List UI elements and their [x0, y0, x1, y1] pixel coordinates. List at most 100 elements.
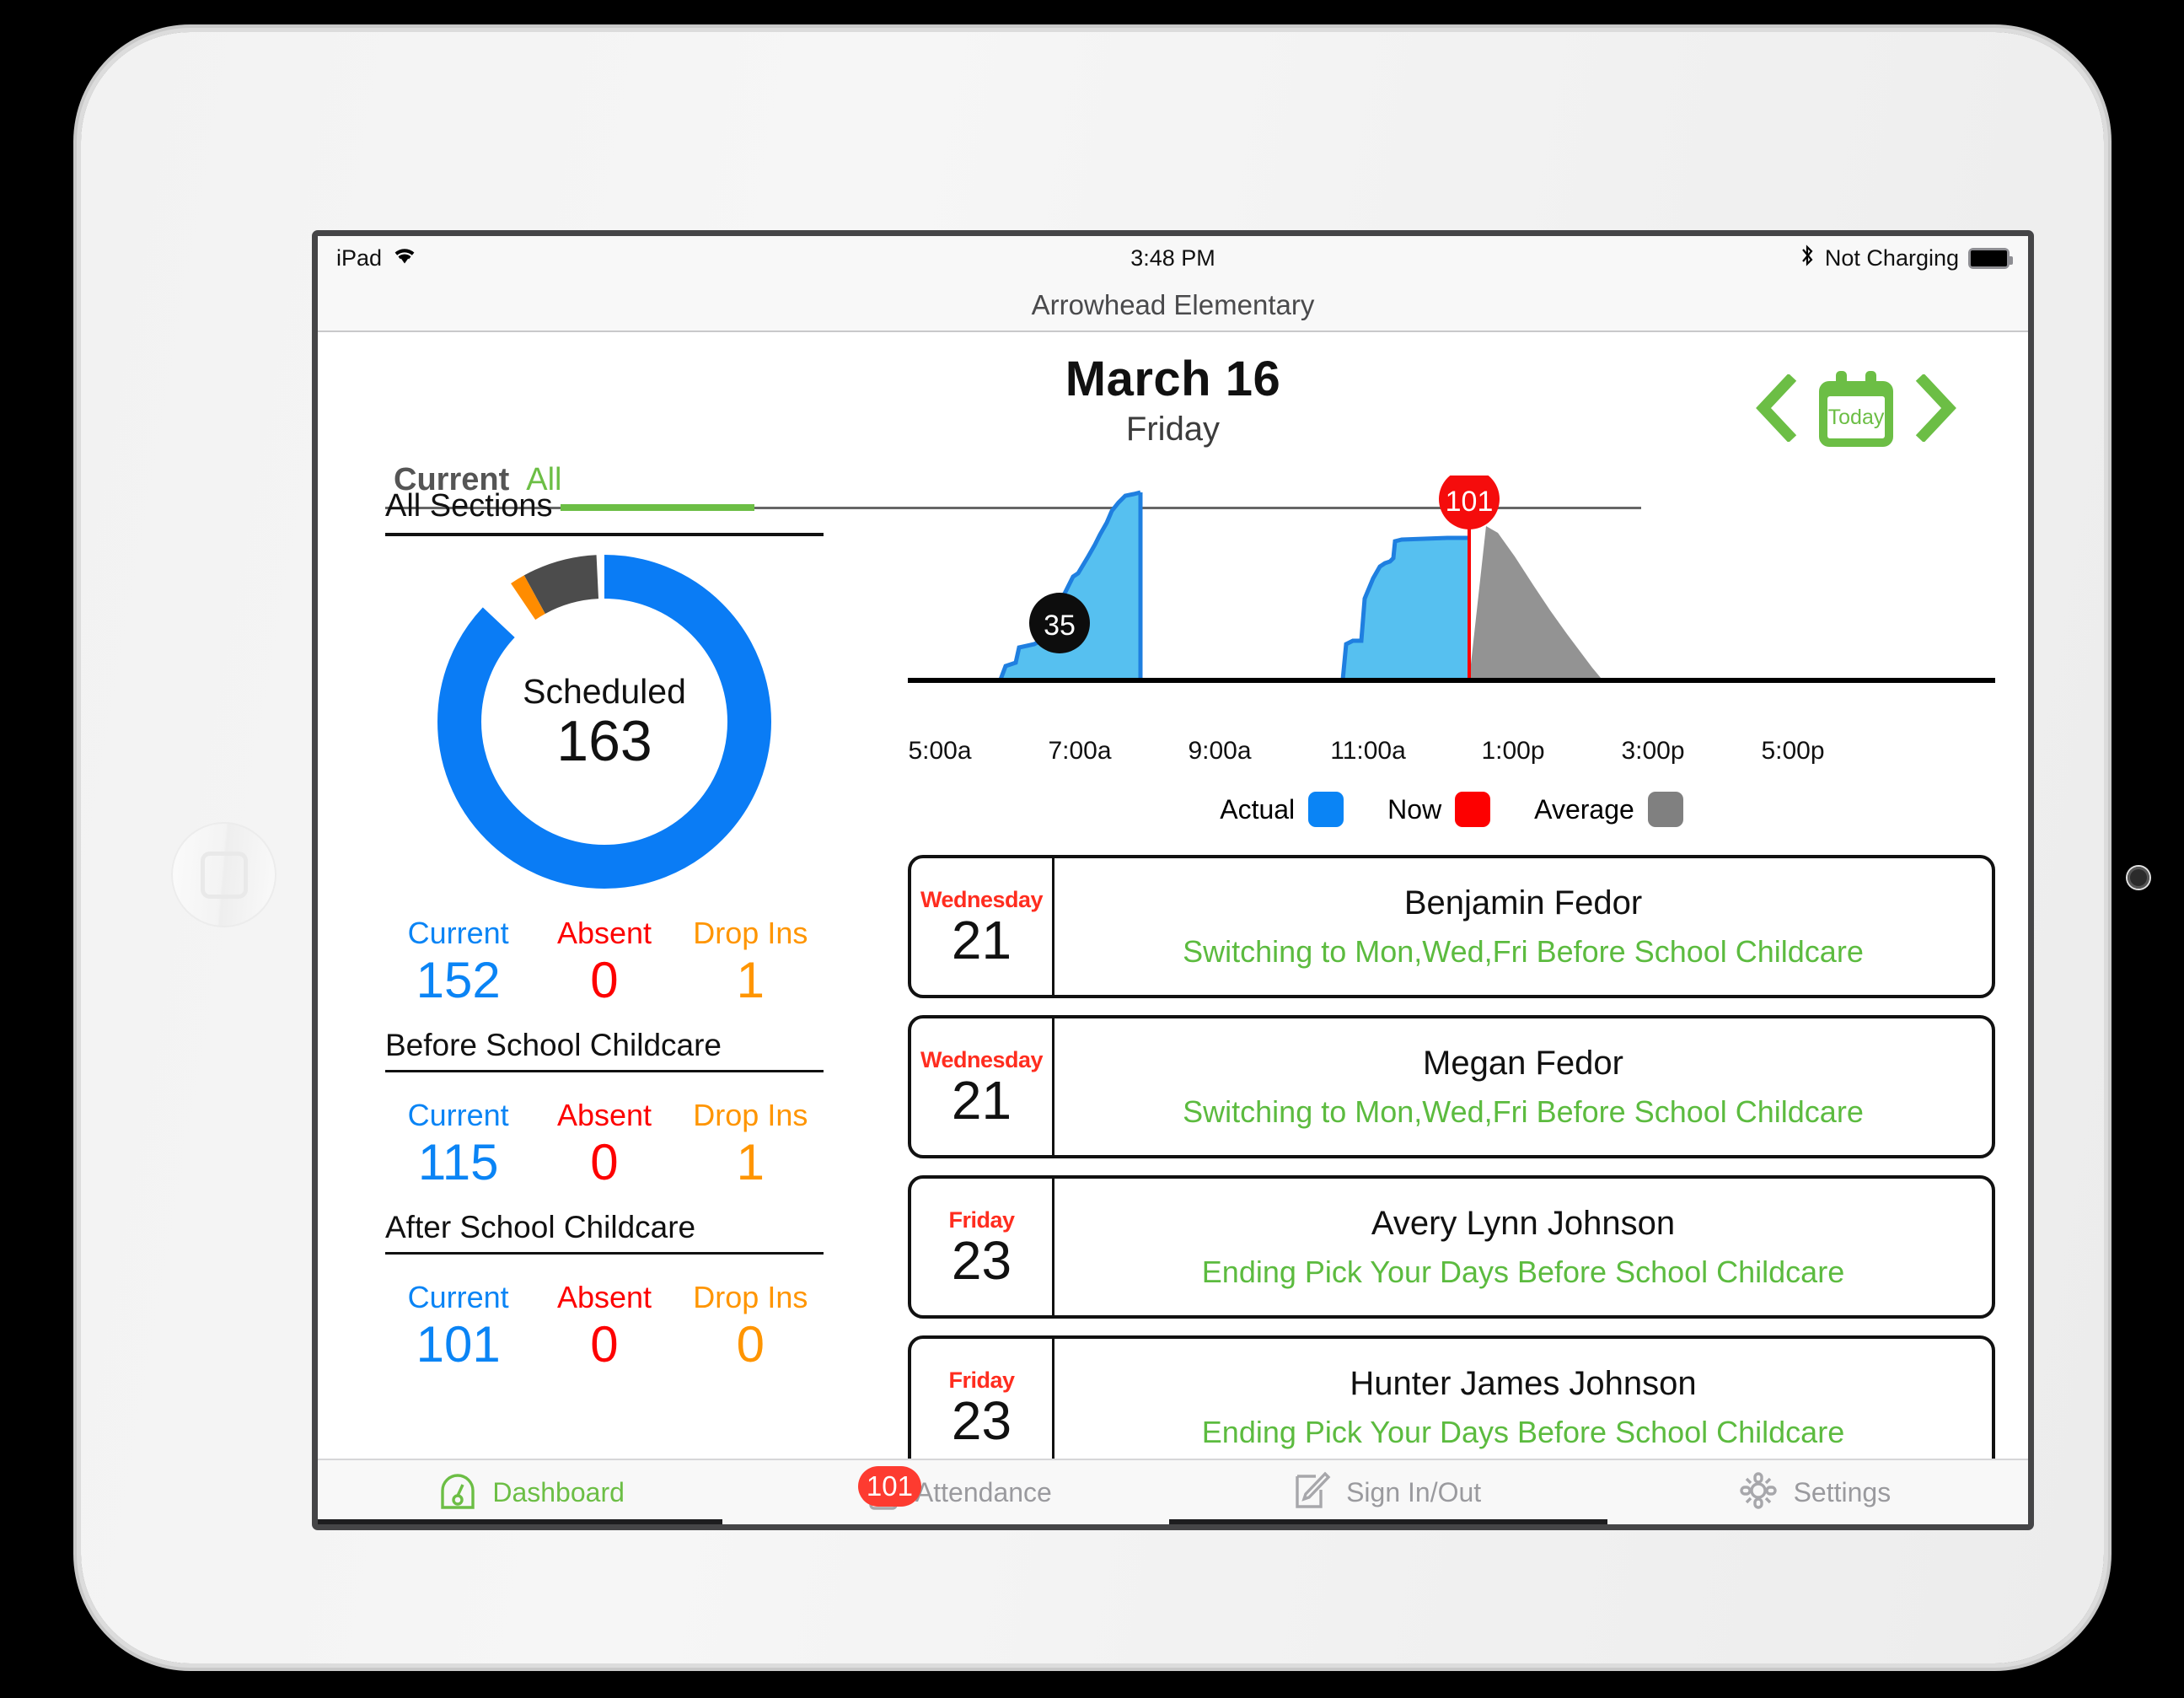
- today-button[interactable]: Today: [1819, 369, 1893, 447]
- card-note: Ending Pick Your Days Before School Chil…: [1201, 1414, 1845, 1449]
- legend-swatch-actual: [1308, 792, 1344, 827]
- legend-item-average: Average: [1534, 792, 1683, 827]
- stat-value: 0: [736, 1316, 765, 1373]
- stat-dropins: Drop Ins 1: [678, 1098, 824, 1191]
- sections-filter-underline: [385, 533, 824, 536]
- bluetooth-icon: [1799, 243, 1816, 274]
- section-divider: [385, 1070, 824, 1072]
- stat-value: 1: [736, 952, 765, 1008]
- tab-dashboard[interactable]: Dashboard: [318, 1470, 745, 1515]
- stat-key: Drop Ins: [693, 1280, 808, 1314]
- marker-now-label: 101: [1446, 486, 1494, 518]
- card-day: 21: [951, 1069, 1012, 1131]
- chart-legend: Actual Now Average: [908, 792, 1995, 827]
- card-day: 23: [951, 1229, 1012, 1291]
- chart-svg: 35 101: [908, 476, 1995, 683]
- next-day-button[interactable]: [1913, 373, 1961, 443]
- stat-key: Drop Ins: [693, 916, 808, 950]
- stat-value: 0: [590, 1134, 619, 1190]
- home-button[interactable]: [171, 822, 276, 927]
- stat-key: Current: [407, 1280, 509, 1314]
- legend-swatch-now: [1455, 792, 1491, 827]
- section-name-after-school: After School Childcare: [385, 1210, 696, 1244]
- list-item[interactable]: Wednesday 21 Benjamin Fedor Switching to…: [908, 855, 1995, 998]
- today-label: Today: [1827, 396, 1885, 438]
- stat-absent: Absent 0: [531, 1280, 677, 1373]
- card-student-name: Avery Lynn Johnson: [1371, 1204, 1676, 1242]
- series-actual-area-afternoon: [1343, 538, 1469, 680]
- card-student-name: Benjamin Fedor: [1403, 884, 1643, 922]
- list-item[interactable]: Friday 23 Hunter James Johnson Ending Pi…: [908, 1335, 1995, 1462]
- tab-label: Attendance: [915, 1476, 1052, 1507]
- attendance-area-chart: 35 101: [908, 476, 1995, 728]
- tab-label: Dashboard: [492, 1476, 625, 1507]
- sections-filter[interactable]: All Sections: [385, 488, 824, 533]
- tab-attendance[interactable]: 101 Attendance: [745, 1465, 1172, 1516]
- legend-item-actual: Actual: [1220, 792, 1344, 827]
- stat-current: Current 101: [385, 1280, 531, 1373]
- legend-label: Actual: [1220, 793, 1296, 825]
- stat-dropins: Drop Ins 0: [678, 1280, 824, 1373]
- date-navigation: Today: [1752, 369, 1961, 447]
- left-panel: All Sections Scheduled 163 Current 152 A…: [385, 488, 824, 1373]
- x-tick: 7:00a: [1048, 737, 1112, 765]
- previous-day-button[interactable]: [1752, 373, 1799, 443]
- stat-value: 115: [417, 1134, 499, 1190]
- section-divider: [385, 1252, 824, 1255]
- donut-center-label: Scheduled: [523, 671, 686, 711]
- stat-absent: Absent 0: [531, 916, 677, 1009]
- donut-center-value: 163: [556, 708, 652, 773]
- card-student-name: Megan Fedor: [1423, 1044, 1623, 1082]
- front-camera: [2128, 867, 2149, 889]
- tab-bar: Dashboard 101 Attendance Sign In/Out Set…: [318, 1459, 2028, 1524]
- card-day: 23: [951, 1389, 1012, 1451]
- card-body: Hunter James Johnson Ending Pick Your Da…: [1054, 1339, 1992, 1462]
- legend-label: Average: [1534, 793, 1634, 825]
- card-note: Switching to Mon,Wed,Fri Before School C…: [1183, 1093, 1864, 1129]
- stat-value: 0: [590, 952, 619, 1008]
- battery-icon: [1968, 247, 2013, 269]
- stat-key: Absent: [556, 1280, 652, 1314]
- card-body: Benjamin Fedor Switching to Mon,Wed,Fri …: [1054, 858, 1992, 995]
- stat-current: Current 152: [385, 916, 531, 1009]
- gear-icon: [1738, 1470, 1779, 1516]
- x-tick: 1:00p: [1481, 737, 1545, 765]
- attendance-badge: 101: [857, 1465, 921, 1507]
- stat-key: Current: [407, 916, 509, 950]
- page-title: Arrowhead Elementary: [1031, 289, 1315, 320]
- card-date: Friday 23: [911, 1339, 1054, 1462]
- stat-key: Absent: [556, 1098, 652, 1132]
- legend-label: Now: [1387, 793, 1442, 825]
- stat-key: Drop Ins: [693, 1098, 808, 1132]
- dashboard-content: March 16 Friday Today Current All All Se…: [318, 332, 2028, 1462]
- card-weekday: Wednesday: [920, 886, 1044, 912]
- ipad-device-frame: iPad 3:48 PM Not Charging Arrowhead Elem…: [81, 32, 2149, 1663]
- status-bar: iPad 3:48 PM Not Charging: [318, 236, 2028, 280]
- card-body: Avery Lynn Johnson Ending Pick Your Days…: [1054, 1179, 1992, 1315]
- pencil-note-icon: [1292, 1470, 1331, 1516]
- tab-label: Settings: [1793, 1476, 1892, 1507]
- legend-item-now: Now: [1387, 792, 1491, 827]
- tab-settings[interactable]: Settings: [1601, 1470, 2028, 1516]
- tab-sign-in-out[interactable]: Sign In/Out: [1173, 1470, 1601, 1516]
- stat-row-before-school: Current 115 Absent 0 Drop Ins 1: [385, 1098, 824, 1191]
- list-item[interactable]: Wednesday 21 Megan Fedor Switching to Mo…: [908, 1015, 1995, 1158]
- card-weekday: Wednesday: [920, 1046, 1044, 1072]
- series-average-area: [1469, 526, 1604, 680]
- stat-key: Current: [407, 1098, 509, 1132]
- stat-value: 101: [416, 1316, 501, 1373]
- notification-list[interactable]: Wednesday 21 Benjamin Fedor Switching to…: [908, 855, 1995, 1462]
- section-name-before-school: Before School Childcare: [385, 1028, 722, 1062]
- date-header: March 16 Friday Today: [318, 332, 2028, 449]
- stat-value: 0: [590, 1316, 619, 1373]
- card-note: Switching to Mon,Wed,Fri Before School C…: [1183, 933, 1864, 969]
- card-body: Megan Fedor Switching to Mon,Wed,Fri Bef…: [1054, 1018, 1992, 1155]
- x-tick: 3:00p: [1621, 737, 1685, 765]
- card-day: 21: [951, 909, 1012, 970]
- marker-35-label: 35: [1044, 610, 1076, 642]
- stat-current: Current 115: [385, 1098, 531, 1191]
- gauge-icon: [438, 1470, 477, 1515]
- list-item[interactable]: Friday 23 Avery Lynn Johnson Ending Pick…: [908, 1175, 1995, 1319]
- navigation-bar: Arrowhead Elementary: [318, 280, 2028, 332]
- card-student-name: Hunter James Johnson: [1350, 1364, 1697, 1402]
